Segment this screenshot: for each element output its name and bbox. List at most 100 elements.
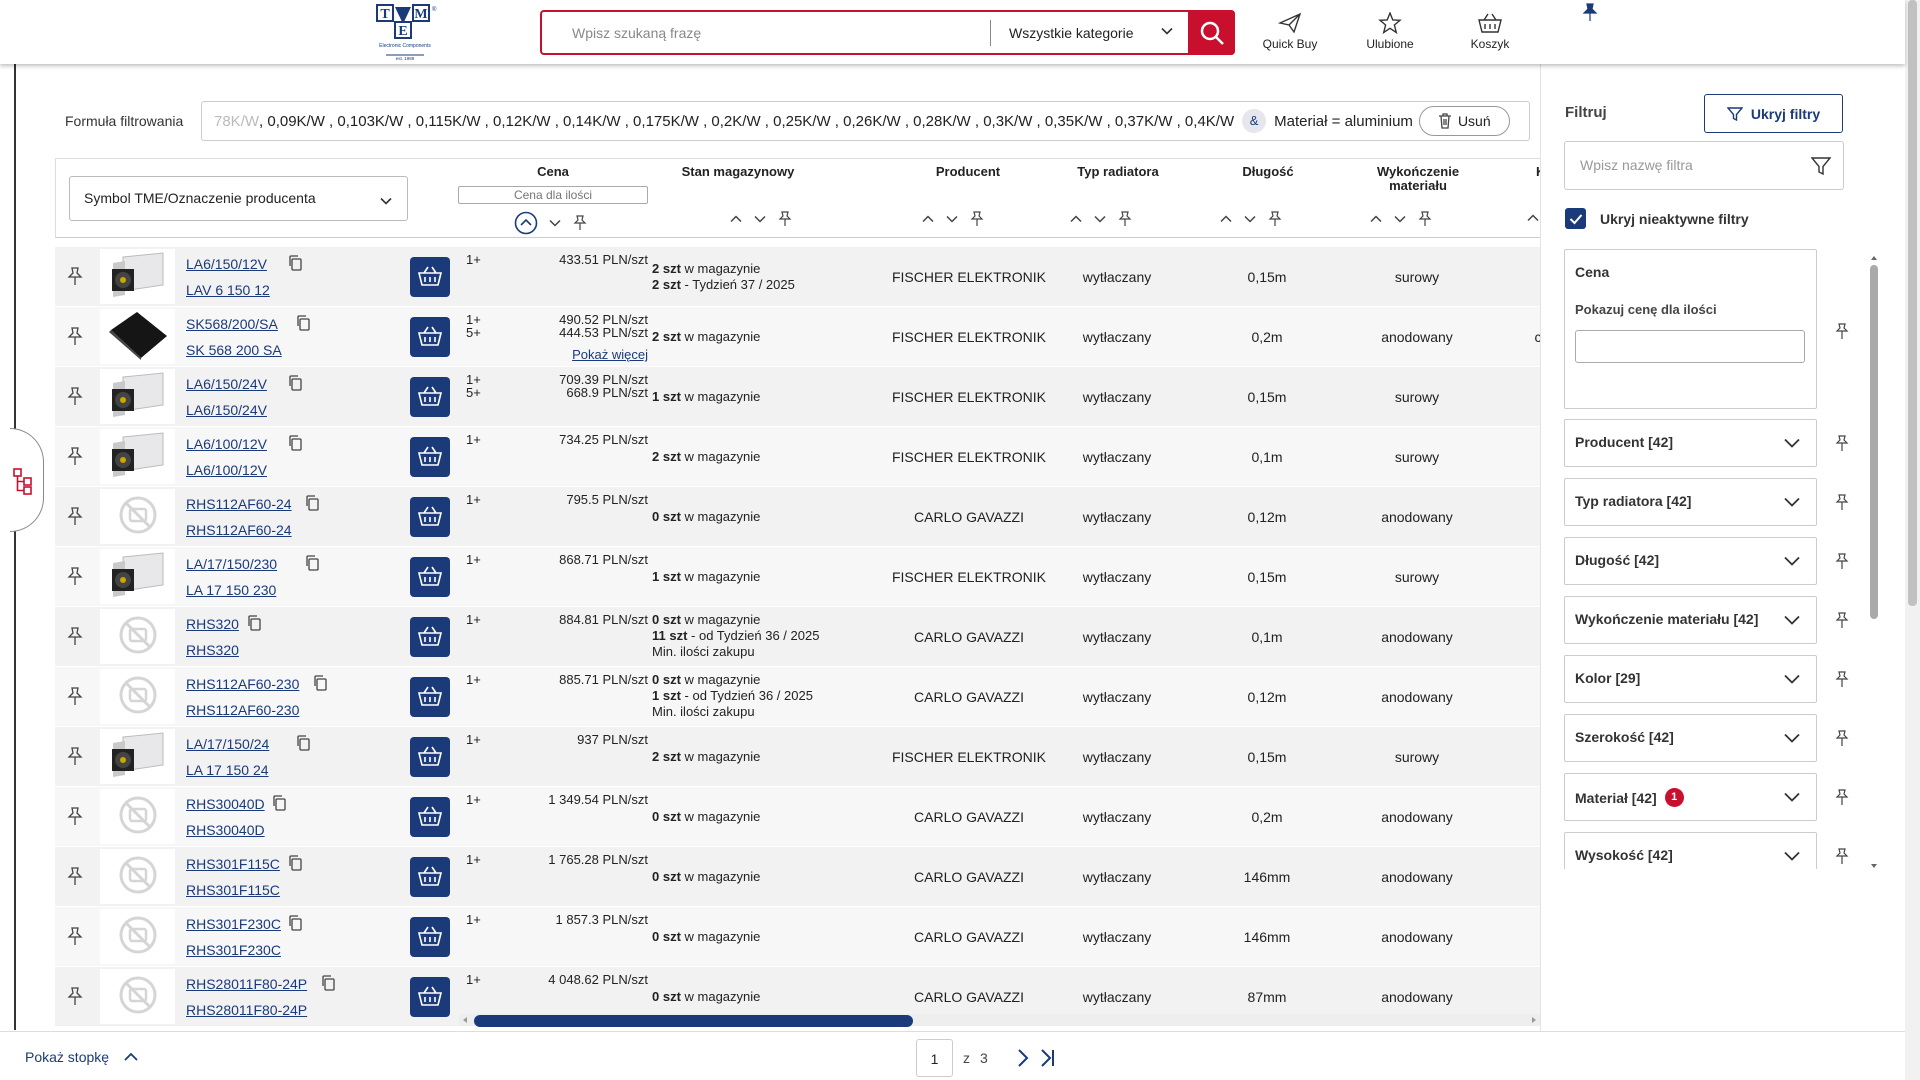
pin-product-icon[interactable] (66, 927, 84, 950)
product-thumbnail[interactable] (100, 969, 175, 1024)
copy-icon[interactable] (288, 435, 302, 454)
add-to-cart-button[interactable] (410, 797, 450, 837)
pin-product-icon[interactable] (66, 987, 84, 1010)
pin-product-icon[interactable] (66, 327, 84, 350)
sort-descending-icon[interactable] (945, 212, 959, 226)
cart-button[interactable]: Koszyk (1450, 12, 1530, 51)
copy-icon[interactable] (288, 375, 302, 394)
copy-icon[interactable] (272, 795, 286, 814)
pin-product-icon[interactable] (66, 867, 84, 890)
sort-descending-icon[interactable] (753, 212, 767, 226)
product-thumbnail[interactable] (100, 789, 175, 844)
scroll-down-arrow-icon[interactable] (1870, 863, 1878, 869)
add-to-cart-button[interactable] (410, 257, 450, 297)
sort-ascending-icon[interactable] (1526, 211, 1540, 225)
product-thumbnail[interactable] (100, 549, 175, 604)
copy-icon[interactable] (313, 675, 327, 694)
product-symbol-link[interactable]: RHS28011F80-24P (186, 976, 307, 992)
sort-ascending-icon[interactable] (1369, 212, 1383, 226)
product-symbol-link[interactable]: LA6/150/12V (186, 256, 267, 272)
filter-card[interactable]: Producent [42] (1564, 419, 1817, 467)
filter-card[interactable]: Wysokość [42] (1564, 832, 1817, 869)
product-thumbnail[interactable] (100, 669, 175, 724)
page-scrollbar[interactable] (1905, 0, 1920, 1080)
show-footer-toggle[interactable]: Pokaż stopkę (25, 1049, 139, 1065)
pin-filter-icon[interactable] (1834, 789, 1850, 810)
filter-card[interactable]: Szerokość [42] (1564, 714, 1817, 762)
add-to-cart-button[interactable] (410, 917, 450, 957)
page-number-input[interactable]: 1 (916, 1039, 953, 1077)
copy-icon[interactable] (296, 735, 311, 754)
scroll-right-arrow-icon[interactable] (1530, 1016, 1538, 1024)
copy-icon[interactable] (305, 495, 319, 514)
pin-product-icon[interactable] (66, 267, 84, 290)
copy-icon[interactable] (288, 915, 302, 934)
product-symbol-link[interactable]: LA/17/150/24 (186, 736, 269, 752)
category-tree-toggle[interactable] (10, 428, 44, 532)
pin-icon[interactable] (1581, 3, 1599, 23)
table-horizontal-scrollbar[interactable] (459, 1014, 1540, 1027)
pin-column-icon[interactable] (1267, 211, 1283, 227)
add-to-cart-button[interactable] (410, 497, 450, 537)
producer-symbol-link[interactable]: LA6/100/12V (186, 462, 267, 478)
filter-card[interactable]: Kolor [29] (1564, 655, 1817, 703)
pin-filter-icon[interactable] (1834, 553, 1850, 574)
symbol-select[interactable]: Symbol TME/Oznaczenie producenta (69, 176, 408, 221)
search-button[interactable] (1188, 10, 1235, 55)
product-thumbnail[interactable] (100, 309, 175, 364)
price-qty-field[interactable] (1575, 330, 1805, 363)
filter-formula-box[interactable]: 78K/W , 0,09K/W , 0,103K/W , 0,115K/W , … (201, 101, 1530, 141)
product-symbol-link[interactable]: RHS112AF60-230 (186, 676, 299, 692)
pin-product-icon[interactable] (66, 447, 84, 470)
scroll-left-arrow-icon[interactable] (461, 1016, 469, 1024)
producer-symbol-link[interactable]: RHS30040D (186, 822, 265, 838)
product-symbol-link[interactable]: RHS112AF60-24 (186, 496, 292, 512)
product-thumbnail[interactable] (100, 429, 175, 484)
add-to-cart-button[interactable] (410, 437, 450, 477)
sort-ascending-icon[interactable] (1219, 212, 1233, 226)
pin-filter-icon[interactable] (1834, 730, 1850, 751)
product-symbol-link[interactable]: SK568/200/SA (186, 316, 278, 332)
pin-filter-icon[interactable] (1834, 612, 1850, 633)
add-to-cart-button[interactable] (410, 737, 450, 777)
product-symbol-link[interactable]: LA/17/150/230 (186, 556, 277, 572)
pin-column-icon[interactable] (572, 215, 588, 231)
filter-card[interactable]: Materiał [42] 1 (1564, 773, 1817, 821)
sort-ascending-active-icon[interactable] (514, 211, 538, 235)
add-to-cart-button[interactable] (410, 557, 450, 597)
price-qty-input[interactable] (458, 186, 648, 204)
producer-symbol-link[interactable]: RHS112AF60-230 (186, 702, 299, 718)
pin-filter-icon[interactable] (1834, 494, 1850, 515)
tme-logo[interactable]: T M E ® Electronic Components est. 1989 (372, 2, 438, 62)
product-thumbnail[interactable] (100, 369, 175, 424)
pin-filter-icon[interactable] (1834, 323, 1850, 341)
pin-filter-icon[interactable] (1834, 848, 1850, 869)
product-thumbnail[interactable] (100, 729, 175, 784)
pin-product-icon[interactable] (66, 567, 84, 590)
product-symbol-link[interactable]: RHS30040D (186, 796, 265, 812)
add-to-cart-button[interactable] (410, 977, 450, 1017)
producer-symbol-link[interactable]: RHS301F230C (186, 942, 281, 958)
producer-symbol-link[interactable]: RHS28011F80-24P (186, 1002, 307, 1018)
hide-filters-button[interactable]: Ukryj filtry (1704, 94, 1843, 133)
add-to-cart-button[interactable] (410, 377, 450, 417)
pin-column-icon[interactable] (969, 211, 985, 227)
quick-buy-button[interactable]: Quick Buy (1250, 12, 1330, 51)
pin-product-icon[interactable] (66, 687, 84, 710)
producer-symbol-link[interactable]: RHS320 (186, 642, 239, 658)
pin-product-icon[interactable] (66, 627, 84, 650)
copy-icon[interactable] (305, 555, 319, 574)
producer-symbol-link[interactable]: LA6/150/24V (186, 402, 267, 418)
pin-column-icon[interactable] (1117, 211, 1133, 227)
pin-filter-icon[interactable] (1834, 435, 1850, 456)
page-scrollbar-thumb[interactable] (1908, 0, 1917, 606)
sort-descending-icon[interactable] (548, 216, 562, 230)
copy-icon[interactable] (321, 975, 335, 994)
product-symbol-link[interactable]: RHS320 (186, 616, 239, 632)
product-thumbnail[interactable] (100, 909, 175, 964)
category-select[interactable]: Wszystkie kategorie (991, 12, 1188, 53)
product-thumbnail[interactable] (100, 609, 175, 664)
producer-symbol-link[interactable]: LA 17 150 230 (186, 582, 276, 598)
copy-icon[interactable] (288, 855, 302, 874)
search-input[interactable] (542, 12, 990, 53)
